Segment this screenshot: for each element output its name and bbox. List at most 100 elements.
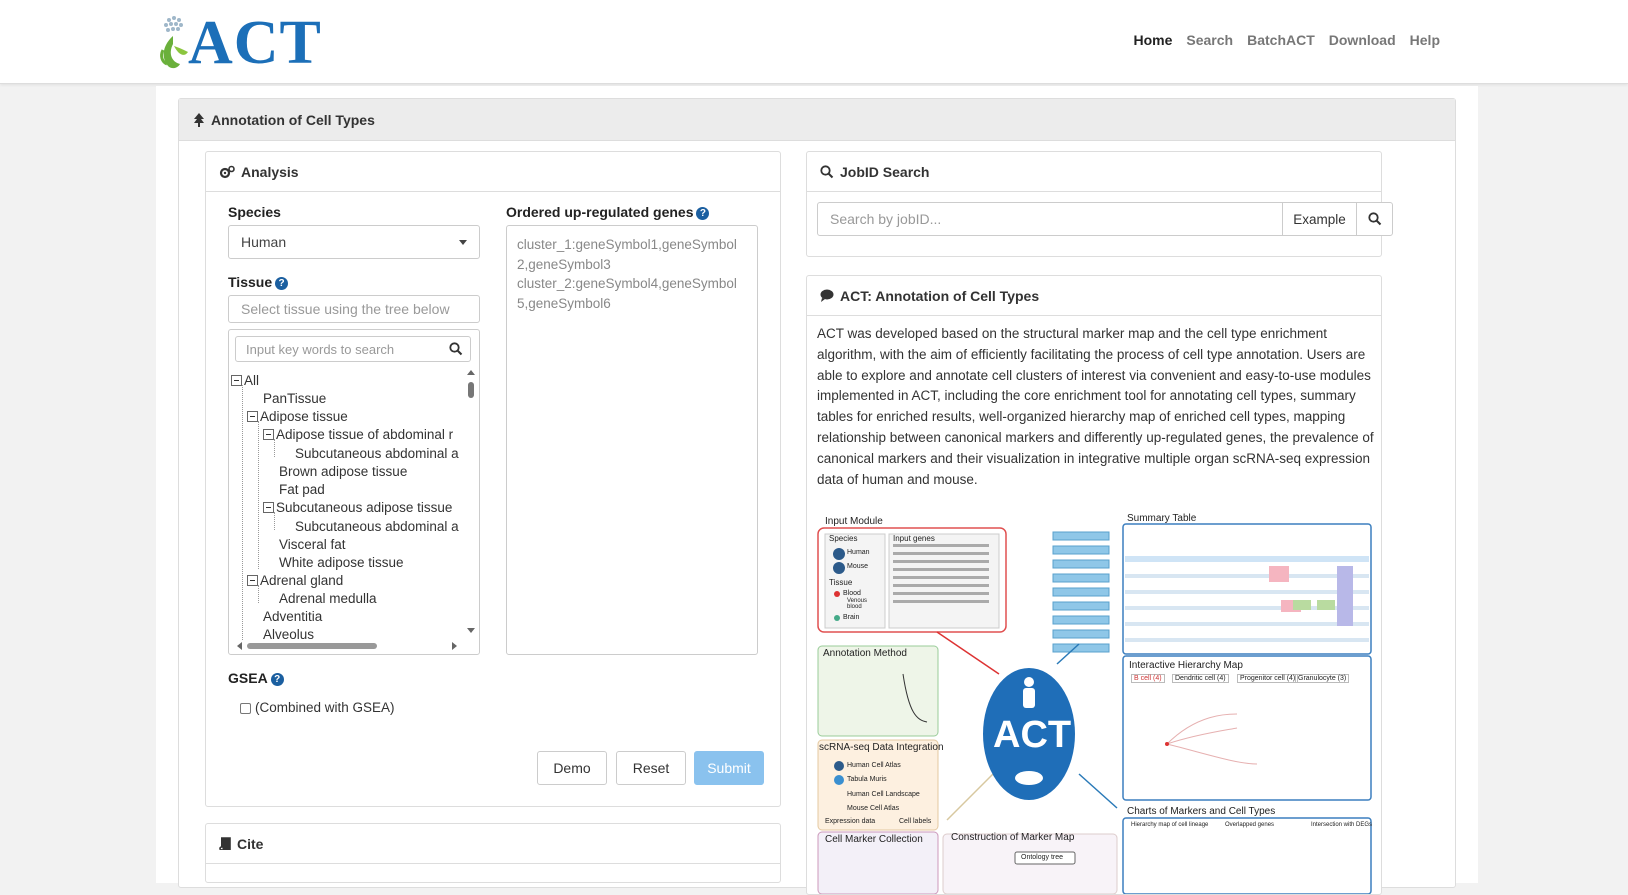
- act-overview-figure: Input Module Species Human Mouse Tissue …: [817, 513, 1375, 894]
- help-icon[interactable]: ?: [275, 277, 289, 290]
- fig-construction-map: Construction of Marker Map: [951, 832, 1075, 843]
- help-icon[interactable]: ?: [270, 673, 284, 686]
- cite-heading: Cite: [206, 824, 780, 864]
- fig-cell-labels: Cell labels: [899, 818, 932, 825]
- fig-progenitor-cell: Progenitor cell (4): [1237, 674, 1299, 683]
- act-logo[interactable]: ACT: [158, 9, 328, 77]
- fig-annotation-method: Annotation Method: [823, 648, 907, 659]
- help-icon[interactable]: ?: [696, 207, 710, 220]
- reset-button[interactable]: Reset: [616, 751, 686, 785]
- fig-marker-collection: Cell Marker Collection: [825, 834, 923, 845]
- fig-hier-lineage: Hierarchy map of cell lineage: [1131, 822, 1209, 828]
- search-icon: [820, 164, 834, 178]
- collapse-icon[interactable]: [263, 502, 274, 513]
- tree-node[interactable]: Fat pad: [279, 481, 325, 499]
- analysis-heading: Analysis: [206, 152, 780, 192]
- tissue-tree: Input key words to search All PanTissue …: [228, 329, 480, 655]
- fig-human-cell-atlas: Human Cell Atlas: [847, 762, 901, 769]
- cite-card: Cite: [205, 823, 781, 883]
- fig-dendritic-cell: Dendritic cell (4): [1172, 674, 1229, 683]
- tree-node[interactable]: White adipose tissue: [279, 554, 404, 572]
- logo-text: ACT: [188, 9, 322, 77]
- species-label: Species: [228, 204, 281, 220]
- page-container: Annotation of Cell Types Analysis Specie…: [156, 86, 1478, 895]
- tissue-placeholder: Select tissue using the tree below: [241, 301, 450, 317]
- jobid-card: JobID Search Search by jobID... Example: [806, 151, 1393, 257]
- genes-label-text: Ordered up-regulated genes: [506, 204, 694, 220]
- collapse-icon[interactable]: [247, 411, 258, 422]
- nav-download[interactable]: Download: [1329, 32, 1396, 48]
- gsea-label-text: GSEA: [228, 670, 268, 686]
- tree-node[interactable]: PanTissue: [263, 390, 326, 408]
- tree-node[interactable]: Subcutaneous adipose tissue: [263, 499, 452, 517]
- tree-node[interactable]: Adventitia: [263, 608, 322, 626]
- tree-node[interactable]: Brown adipose tissue: [279, 463, 407, 481]
- analysis-title: Analysis: [241, 163, 299, 180]
- fig-mouse-cell-atlas: Mouse Cell Atlas: [847, 805, 900, 812]
- nav-search[interactable]: Search: [1186, 32, 1233, 48]
- tissue-input[interactable]: Select tissue using the tree below: [228, 295, 480, 323]
- fig-overlapped-genes: Overlapped genes: [1225, 822, 1275, 828]
- book-icon: [219, 837, 231, 850]
- tree-guide: [258, 421, 259, 569]
- fig-brain: Brain: [843, 614, 860, 621]
- nav-home[interactable]: Home: [1133, 32, 1172, 48]
- annotation-panel: Annotation of Cell Types Analysis Specie…: [178, 98, 1456, 895]
- submit-button[interactable]: Submit: [694, 751, 764, 785]
- gsea-checkbox[interactable]: [240, 703, 251, 714]
- tree-search-placeholder: Input key words to search: [246, 341, 395, 357]
- panel-title: Annotation of Cell Types: [211, 111, 375, 128]
- fig-mouse: Mouse: [847, 563, 869, 570]
- example-button[interactable]: Example: [1282, 202, 1357, 236]
- analysis-card: Analysis Species Human Tissue? Select ti…: [205, 151, 781, 807]
- tree-node[interactable]: Adrenal medulla: [279, 590, 377, 608]
- main-nav: Home Search BatchACT Download Help: [1133, 32, 1440, 48]
- jobid-search-button[interactable]: [1356, 202, 1393, 236]
- gsea-label: GSEA?: [228, 670, 284, 686]
- tissue-label-text: Tissue: [228, 274, 273, 290]
- search-icon[interactable]: [449, 342, 463, 356]
- fig-tabula-muris: Tabula Muris: [847, 776, 887, 783]
- fig-intersection-degs: Intersection with DEGs: [1311, 822, 1373, 828]
- demo-button[interactable]: Demo: [537, 751, 607, 785]
- collapse-icon[interactable]: [247, 575, 258, 586]
- jobid-input[interactable]: Search by jobID...: [817, 202, 1283, 236]
- fig-venous-blood: Venous blood: [847, 598, 868, 610]
- tree-node[interactable]: Subcutaneous abdominal a: [295, 518, 459, 536]
- species-select[interactable]: Human: [228, 225, 480, 259]
- horizontal-scrollbar[interactable]: [237, 642, 457, 650]
- genes-placeholder-line: cluster_2:geneSymbol4,geneSymbol5,geneSy…: [517, 276, 737, 311]
- comment-icon: [820, 289, 834, 302]
- jobid-heading: JobID Search: [807, 152, 1381, 192]
- fig-tissue: Tissue: [829, 578, 853, 587]
- tree-node-all[interactable]: All: [231, 372, 259, 390]
- jobid-placeholder: Search by jobID...: [830, 211, 942, 227]
- vertical-scrollbar[interactable]: [467, 368, 475, 636]
- tree-search-input[interactable]: Input key words to search: [235, 336, 471, 362]
- collapse-icon[interactable]: [263, 429, 274, 440]
- collapse-icon[interactable]: [231, 375, 242, 386]
- tissue-label: Tissue?: [228, 274, 289, 290]
- gsea-checkbox-label[interactable]: (Combined with GSEA): [255, 700, 395, 715]
- search-icon: [1367, 212, 1381, 226]
- plant-logo-icon: [160, 16, 188, 69]
- fig-expression-data: Expression data: [825, 818, 876, 825]
- tree-node[interactable]: Adipose tissue: [247, 408, 348, 426]
- fig-summary-table: Summary Table: [1127, 513, 1197, 524]
- panel-heading: Annotation of Cell Types: [179, 99, 1455, 141]
- genes-textarea[interactable]: cluster_1:geneSymbol1,geneSymbol2,geneSy…: [506, 225, 758, 655]
- nav-help[interactable]: Help: [1410, 32, 1440, 48]
- cite-title: Cite: [237, 835, 264, 852]
- tree-node[interactable]: Adrenal gland: [247, 572, 343, 590]
- jobid-title: JobID Search: [840, 163, 930, 180]
- nav-batchact[interactable]: BatchACT: [1247, 32, 1315, 48]
- tree-node[interactable]: Subcutaneous abdominal a: [295, 445, 459, 463]
- fig-hierarchy-map: Interactive Hierarchy Map: [1129, 660, 1243, 671]
- tree-node[interactable]: Visceral fat: [279, 536, 346, 554]
- tree-node[interactable]: Adipose tissue of abdominal r: [263, 426, 453, 444]
- top-navbar: ACT Home Search BatchACT Download Help: [0, 0, 1628, 84]
- fig-blood: Blood: [843, 590, 861, 597]
- tree-guide: [242, 385, 243, 640]
- chevron-down-icon: [459, 240, 467, 245]
- fig-input-genes: Input genes: [893, 534, 935, 543]
